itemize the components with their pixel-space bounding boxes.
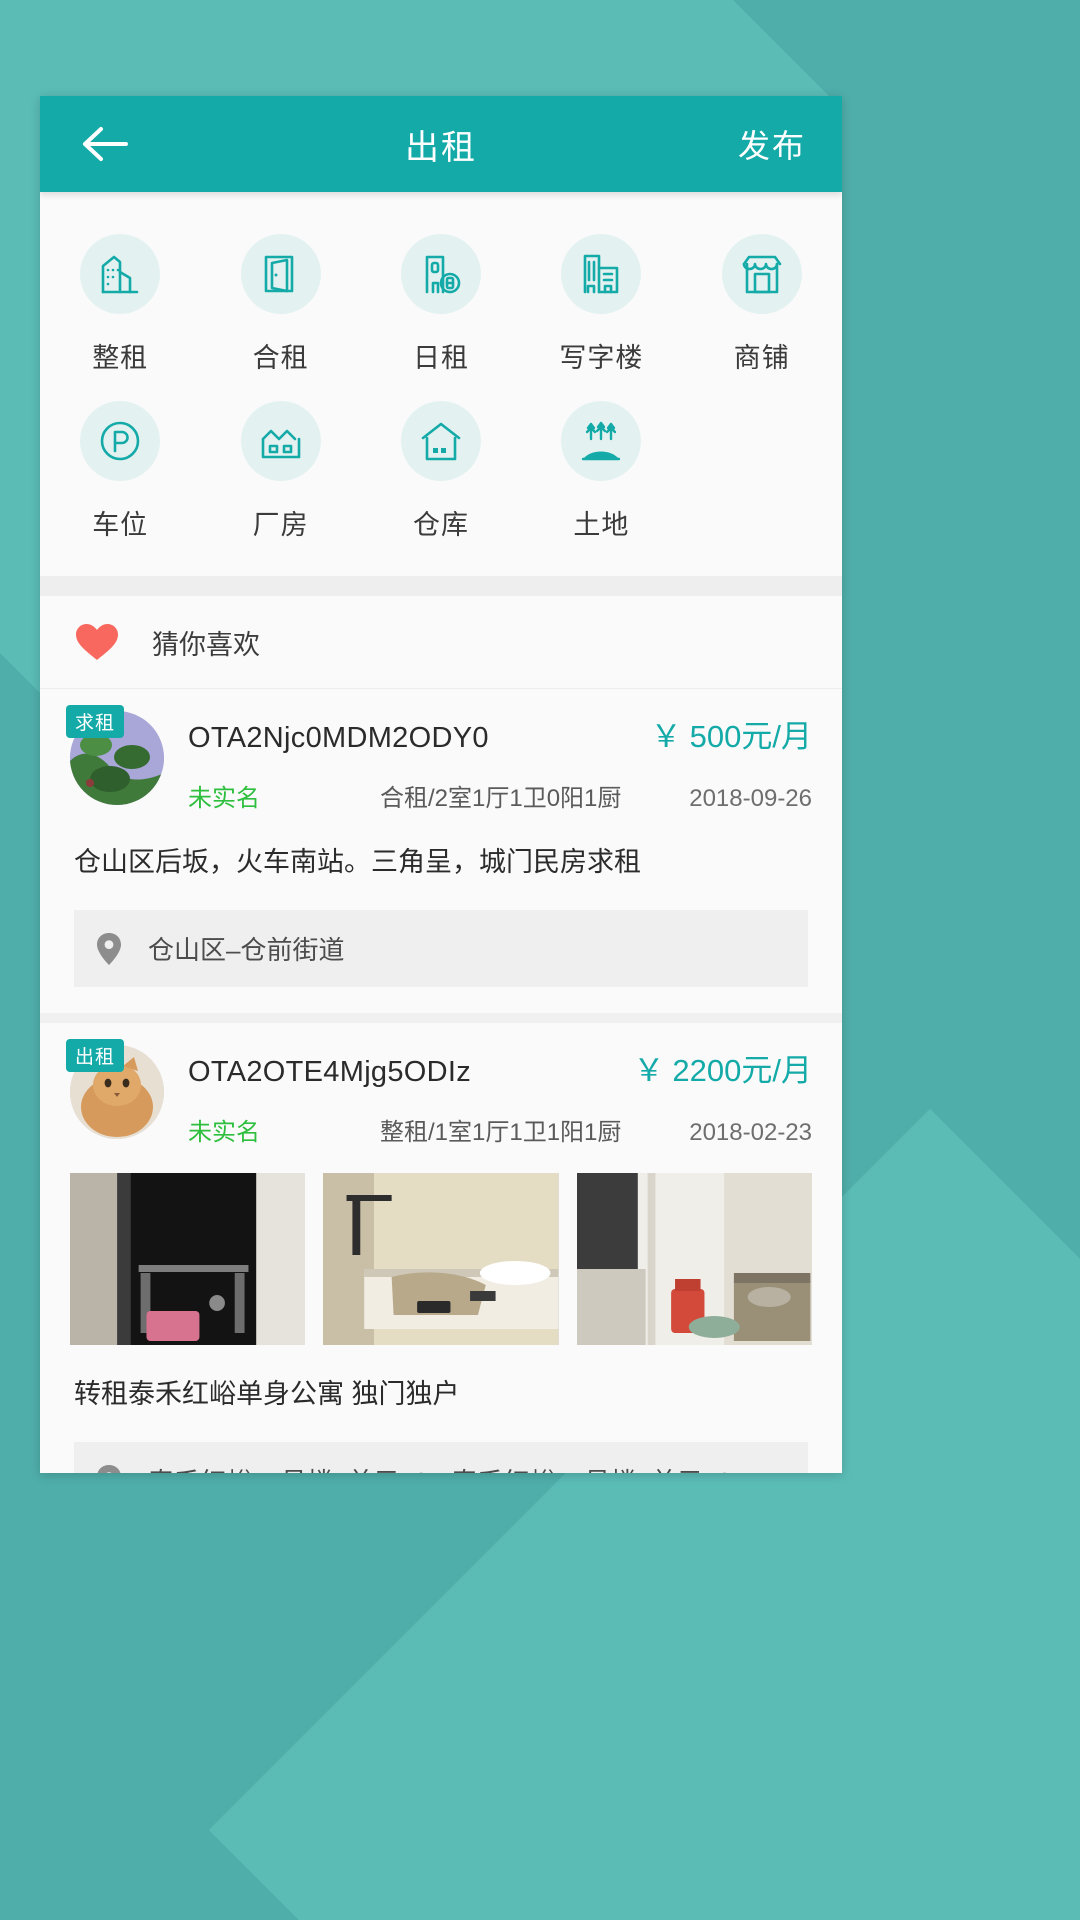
section-title: 猜你喜欢 [152, 629, 260, 660]
arrow-left-icon [81, 124, 129, 164]
avatar[interactable]: 求租 [66, 705, 164, 805]
back-button[interactable] [76, 115, 134, 173]
category-factory[interactable]: 厂房 [200, 401, 360, 542]
map-pin-icon [96, 1464, 128, 1473]
category-daily-rent[interactable]: 日租 [361, 234, 521, 375]
listing-location[interactable]: 泰禾红峪14号楼5单元705-泰禾红峪14号楼5单元705 [74, 1442, 808, 1473]
listing-description: 转租泰禾红峪单身公寓 独门独户 [74, 1379, 460, 1410]
warehouse-icon [400, 401, 481, 481]
status-badge: 出租 [66, 1039, 125, 1073]
category-label: 写字楼 [559, 343, 644, 373]
listing-header: 求租 OTA2Njc0MDM2ODY0 ￥ 500元/月 未实名 合租/2室1厅… [66, 705, 812, 813]
verify-status: 未实名 [188, 785, 260, 812]
category-label: 仓库 [412, 510, 469, 540]
listing-price: ￥ 2200元/月 [633, 1045, 812, 1090]
category-label: 土地 [573, 510, 630, 540]
whole-rent-building-icon [80, 234, 161, 314]
listing-item[interactable]: 求租 OTA2Njc0MDM2ODY0 ￥ 500元/月 未实名 合租/2室1厅… [40, 689, 842, 1024]
listing-spec: 合租/2室1厅1卫0阳1厨 [380, 785, 622, 812]
listing-info: OTA2OTE4Mjg5ODIz ￥ 2200元/月 未实名 整租/1室1厅1卫1… [188, 1045, 812, 1147]
category-row-2: 车位 厂房 仓库 土地 [40, 401, 842, 542]
category-warehouse[interactable]: 仓库 [361, 401, 521, 542]
listing-location[interactable]: 仓山区–仓前街道 [74, 910, 808, 988]
listing-meta-row: 未实名 整租/1室1厅1卫1阳1厨 2018-02-23 [188, 1112, 812, 1147]
publish-button[interactable]: 发布 [738, 121, 806, 167]
shop-storefront-icon [721, 234, 802, 314]
land-field-icon [561, 401, 642, 481]
listing-date: 2018-02-23 [689, 1119, 812, 1147]
daily-rent-icon [400, 234, 481, 314]
category-label: 厂房 [252, 510, 309, 540]
category-row-1: 整租 合租 日租 写字楼 商铺 [40, 234, 842, 375]
shared-rent-door-icon [240, 234, 321, 314]
room-dark-window-photo[interactable] [70, 1173, 306, 1346]
category-label: 车位 [92, 510, 149, 540]
category-grid: 整租 合租 日租 写字楼 商铺 车位 厂房 仓库 土地 [40, 192, 842, 576]
category-land[interactable]: 土地 [521, 401, 681, 542]
category-office[interactable]: 写字楼 [521, 234, 681, 375]
verify-status: 未实名 [188, 1119, 260, 1147]
listing-info: OTA2Njc0MDM2ODY0 ￥ 500元/月 未实名 合租/2室1厅1卫0阳… [188, 711, 812, 813]
category-shop[interactable]: 商铺 [682, 234, 842, 375]
listing-title-row: OTA2OTE4Mjg5ODIz ￥ 2200元/月 [188, 1045, 812, 1090]
currency-symbol: ￥ [650, 719, 682, 754]
category-empty-slot [682, 401, 842, 542]
page-title: 出租 [405, 128, 477, 167]
listing-header: 出租 OTA2OTE4Mjg5ODIz ￥ 2200元/月 未实名 整租/1室1… [66, 1039, 812, 1147]
listing-description: 仓山区后坂，火车南站。三角呈，城门民房求租 [74, 847, 641, 877]
price-value: 500元/月 [689, 719, 812, 754]
map-pin-icon [96, 932, 128, 965]
listing-meta-row: 未实名 合租/2室1厅1卫0阳1厨 2018-09-26 [188, 778, 812, 813]
listing-item[interactable]: 出租 OTA2OTE4Mjg5ODIz ￥ 2200元/月 未实名 整租/1室1… [40, 1023, 842, 1473]
category-whole-rent[interactable]: 整租 [40, 234, 200, 375]
kitchen-corridor-photo[interactable] [576, 1173, 812, 1346]
category-parking[interactable]: 车位 [40, 401, 200, 542]
avatar[interactable]: 出租 [66, 1039, 164, 1140]
location-text: 仓山区–仓前街道 [148, 935, 345, 966]
listing-title-row: OTA2Njc0MDM2ODY0 ￥ 500元/月 [188, 711, 812, 756]
category-label: 日租 [412, 343, 469, 373]
recommend-section-header: 猜你喜欢 [40, 596, 842, 689]
factory-icon [240, 401, 321, 481]
listing-thumbnails [70, 1173, 812, 1346]
listing-price: ￥ 500元/月 [651, 711, 812, 756]
app-screen: 出租 发布 整租 合租 日租 写字楼 商铺 车位 厂房 仓库 土地 猜你喜欢 求… [40, 96, 842, 1473]
section-divider [40, 576, 842, 596]
category-shared-rent[interactable]: 合租 [200, 234, 360, 375]
price-value: 2200元/月 [672, 1053, 812, 1089]
category-label: 整租 [92, 343, 149, 373]
status-badge: 求租 [66, 705, 125, 738]
heart-icon [74, 622, 120, 662]
listing-title: OTA2OTE4Mjg5ODIz [188, 1056, 472, 1089]
location-text: 泰禾红峪14号楼5单元705-泰禾红峪14号楼5单元705 [148, 1462, 746, 1473]
listing-spec: 整租/1室1厅1卫1阳1厨 [380, 1119, 622, 1147]
currency-symbol: ￥ [633, 1053, 665, 1089]
app-header: 出租 发布 [40, 96, 842, 192]
parking-p-icon [80, 401, 161, 481]
office-building-icon [561, 234, 642, 314]
listing-date: 2018-09-26 [689, 785, 812, 812]
category-label: 合租 [252, 343, 309, 373]
category-label: 商铺 [733, 343, 790, 373]
bedroom-bed-photo[interactable] [323, 1173, 559, 1346]
listing-title: OTA2Njc0MDM2ODY0 [188, 722, 489, 754]
